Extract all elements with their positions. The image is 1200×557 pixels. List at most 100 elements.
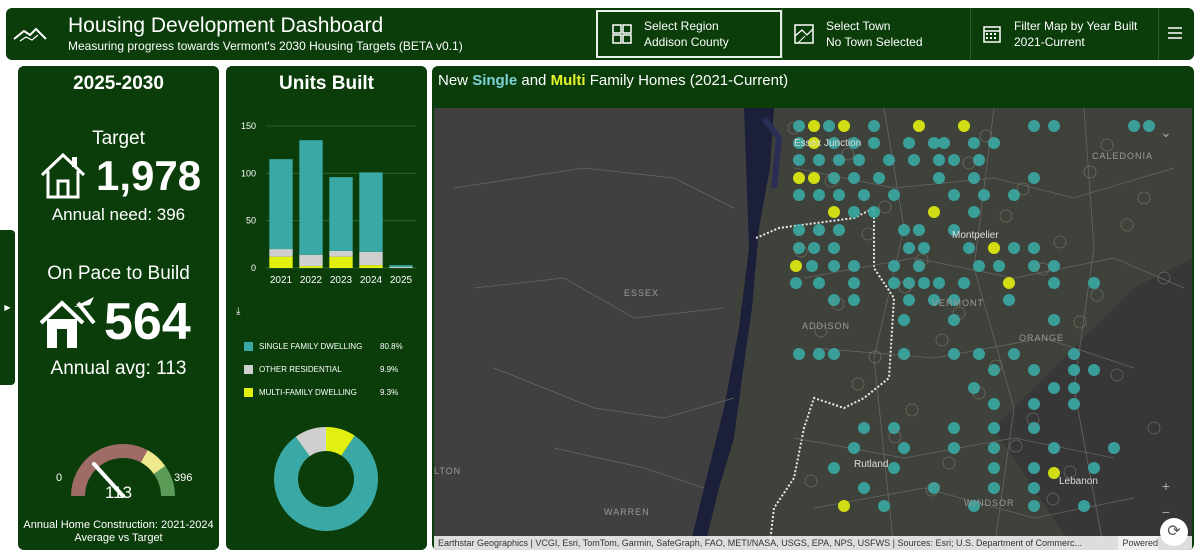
map-point[interactable]: [948, 422, 960, 434]
map-point[interactable]: [833, 224, 845, 236]
map-point[interactable]: [1143, 120, 1155, 132]
map-point[interactable]: [828, 172, 840, 184]
bar-segment[interactable]: [269, 256, 293, 268]
map-point[interactable]: [948, 189, 960, 201]
map-point[interactable]: [813, 348, 825, 360]
map-point[interactable]: [828, 260, 840, 272]
map-point[interactable]: [793, 189, 805, 201]
map-point[interactable]: [903, 137, 915, 149]
bar-segment[interactable]: [329, 250, 353, 257]
map-point[interactable]: [1028, 482, 1040, 494]
bar-segment[interactable]: [299, 254, 323, 267]
bar-segment[interactable]: [299, 266, 323, 268]
map-point[interactable]: [898, 224, 910, 236]
map-point[interactable]: [848, 206, 860, 218]
map-point[interactable]: [988, 242, 1000, 254]
map-point[interactable]: [868, 206, 880, 218]
map-point[interactable]: [848, 294, 860, 306]
map-point[interactable]: [913, 120, 925, 132]
map-point[interactable]: [868, 137, 880, 149]
bar-segment[interactable]: [359, 265, 383, 268]
bar-segment[interactable]: [269, 249, 293, 257]
bar-segment[interactable]: [299, 140, 323, 255]
map-point[interactable]: [806, 260, 818, 272]
map-point[interactable]: [1028, 500, 1040, 512]
map-point[interactable]: [808, 120, 820, 132]
powered-by-text[interactable]: Powered: [1118, 536, 1158, 550]
map-point[interactable]: [903, 294, 915, 306]
map-point[interactable]: [928, 206, 940, 218]
map-point[interactable]: [938, 137, 950, 149]
map-point[interactable]: [813, 224, 825, 236]
select-town-button[interactable]: Select Town No Town Selected: [794, 8, 970, 60]
map-point[interactable]: [1078, 500, 1090, 512]
map-point[interactable]: [813, 277, 825, 289]
map-point[interactable]: [888, 462, 900, 474]
map-point[interactable]: [790, 260, 802, 272]
map-point[interactable]: [988, 482, 1000, 494]
map-point[interactable]: [853, 154, 865, 166]
map-point[interactable]: [1068, 382, 1080, 394]
map-point[interactable]: [838, 120, 850, 132]
map-point[interactable]: [1048, 277, 1060, 289]
map-point[interactable]: [1088, 364, 1100, 376]
collapse-chevron-icon[interactable]: ⌄: [1156, 122, 1176, 142]
map-point[interactable]: [988, 462, 1000, 474]
map-point[interactable]: [963, 242, 975, 254]
map-point[interactable]: [888, 277, 900, 289]
bar-segment[interactable]: [269, 159, 293, 250]
map-point[interactable]: [833, 189, 845, 201]
map-point[interactable]: [858, 422, 870, 434]
map-point[interactable]: [988, 137, 1000, 149]
map-point[interactable]: [823, 120, 835, 132]
map-point[interactable]: [918, 242, 930, 254]
map-point[interactable]: [933, 154, 945, 166]
map-point[interactable]: [813, 189, 825, 201]
bar-segment[interactable]: [389, 267, 413, 268]
select-region-button[interactable]: Select Region Addison County: [596, 10, 782, 58]
bar-segment[interactable]: [359, 172, 383, 252]
map-point[interactable]: [1008, 189, 1020, 201]
map-point[interactable]: [833, 154, 845, 166]
map-point[interactable]: [898, 314, 910, 326]
map-point[interactable]: [1028, 242, 1040, 254]
map-point[interactable]: [1068, 364, 1080, 376]
map-point[interactable]: [958, 120, 970, 132]
map-point[interactable]: [1048, 382, 1060, 394]
map-point[interactable]: [913, 224, 925, 236]
map-point[interactable]: [978, 189, 990, 201]
map-point[interactable]: [908, 154, 920, 166]
map-point[interactable]: [1028, 398, 1040, 410]
map-point[interactable]: [828, 462, 840, 474]
map-point[interactable]: [958, 277, 970, 289]
legend-item[interactable]: SINGLE FAMILY DWELLING 80.8%: [244, 335, 404, 358]
map-point[interactable]: [928, 482, 940, 494]
map-point[interactable]: [1048, 120, 1060, 132]
map-point[interactable]: [888, 260, 900, 272]
map-point[interactable]: [948, 348, 960, 360]
filter-year-button[interactable]: Filter Map by Year Built 2021-Current: [982, 8, 1158, 60]
map-point[interactable]: [968, 382, 980, 394]
map-point[interactable]: [898, 442, 910, 454]
map-point[interactable]: [988, 398, 1000, 410]
map-point[interactable]: [848, 172, 860, 184]
map-point[interactable]: [993, 260, 1005, 272]
map-point[interactable]: [888, 189, 900, 201]
zoom-in-button[interactable]: +: [1156, 476, 1176, 496]
map-point[interactable]: [898, 348, 910, 360]
map-point[interactable]: [1048, 314, 1060, 326]
expand-panel-tab[interactable]: ▶: [0, 230, 15, 385]
map-point[interactable]: [793, 154, 805, 166]
hamburger-menu-icon[interactable]: [1166, 24, 1184, 42]
map-view[interactable]: ESSEX ADDISON VERMONT ORANGE CALEDONIA W…: [434, 108, 1192, 550]
map-point[interactable]: [1108, 442, 1120, 454]
bar-segment[interactable]: [329, 177, 353, 251]
map-point[interactable]: [1028, 172, 1040, 184]
map-point[interactable]: [1003, 277, 1015, 289]
map-point[interactable]: [808, 172, 820, 184]
map-point[interactable]: [1048, 260, 1060, 272]
map-point[interactable]: [848, 277, 860, 289]
map-point[interactable]: [808, 242, 820, 254]
bar-segment[interactable]: [329, 256, 353, 268]
download-icon[interactable]: ⤓: [236, 306, 240, 317]
